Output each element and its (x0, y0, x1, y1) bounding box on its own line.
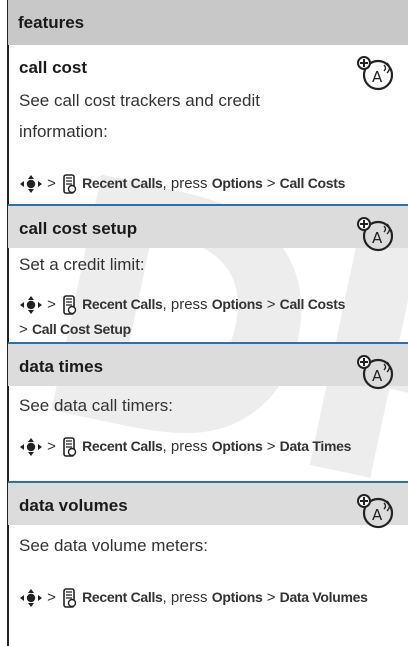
feature-call-cost: call cost A See call cost trackers and c… (8, 45, 408, 205)
manual-page: features call cost A See call cost track… (0, 0, 408, 646)
section-title-row: data times A (8, 344, 408, 390)
path-options: Options (211, 295, 263, 312)
svg-text:A: A (372, 367, 383, 385)
section-title: data volumes (19, 496, 128, 515)
path-target: Data Volumes (279, 588, 368, 605)
recent-calls-icon (63, 437, 77, 457)
section-title: call cost setup (19, 219, 138, 238)
menu-path-continued: > Call Cost Setup (19, 321, 131, 338)
menu-path: > Recent Calls, press Options > Data Tim… (19, 436, 351, 458)
recent-calls-icon (63, 174, 77, 194)
svg-text:A: A (372, 229, 383, 247)
nav-key-icon (20, 296, 42, 314)
section-title-row: call cost A (8, 45, 408, 91)
feature-data-volumes: data volumes A See data volume meters: >… (8, 483, 408, 646)
header-title: features (18, 13, 85, 32)
path-mid: , press (162, 295, 212, 313)
network-feature-icon: A (357, 355, 394, 390)
section-description: See data volume meters: (19, 536, 208, 555)
menu-path: > Recent Calls, press Options > Data Vol… (19, 587, 368, 609)
path-start: Recent Calls (82, 437, 163, 454)
path-mid: , press (162, 437, 212, 455)
section-description: See data call timers: (19, 396, 174, 415)
network-feature-icon: A (357, 56, 394, 91)
section-title-row: data volumes A (8, 483, 408, 529)
path-options: Options (211, 588, 263, 605)
path-extra: Call Cost Setup (31, 321, 131, 337)
path-target: Call Costs (279, 295, 346, 312)
path-options: Options (211, 174, 263, 191)
section-title: call cost (19, 58, 88, 77)
feature-data-times: data times A See data call timers: > Rec… (8, 344, 408, 462)
network-feature-icon: A (357, 494, 394, 529)
section-description: See call cost trackers and credit inform… (19, 91, 260, 141)
table-header: features (8, 0, 408, 45)
recent-calls-icon (63, 295, 77, 315)
path-target: Data Times (279, 437, 352, 454)
path-start: Recent Calls (82, 295, 163, 312)
path-start: Recent Calls (82, 588, 163, 605)
path-target: Call Costs (279, 174, 346, 191)
menu-path: > Recent Calls, press Options > Call Cos… (19, 294, 345, 316)
recent-calls-icon (63, 588, 77, 608)
path-mid: , press (162, 588, 212, 606)
path-options: Options (211, 437, 263, 454)
path-start: Recent Calls (82, 174, 163, 191)
feature-call-cost-setup: call cost setup A Set a credit limit: > … (8, 206, 408, 342)
svg-text:A: A (372, 68, 383, 86)
nav-key-icon (20, 589, 42, 607)
section-title-row: call cost setup A (8, 206, 408, 252)
menu-path: > Recent Calls, press Options > Call Cos… (19, 173, 345, 195)
path-mid: , press (162, 174, 212, 192)
nav-key-icon (20, 438, 42, 456)
svg-text:A: A (372, 506, 383, 524)
network-feature-icon: A (357, 217, 394, 252)
nav-key-icon (20, 175, 42, 193)
section-description: Set a credit limit: (19, 255, 145, 274)
section-title: data times (19, 357, 104, 376)
